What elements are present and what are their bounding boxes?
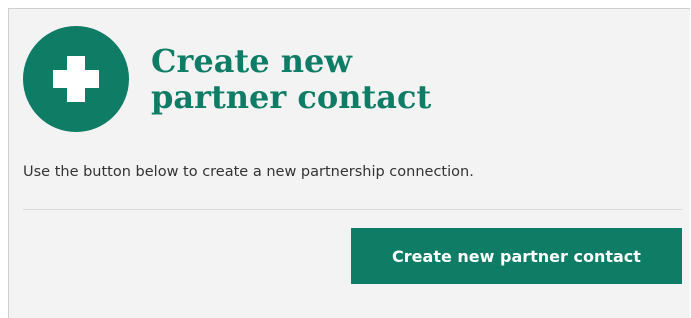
card-description: Use the button below to create a new par… [23, 164, 474, 180]
plus-circle-icon [23, 26, 129, 132]
divider [23, 209, 682, 210]
card-title: Create new partner contact [151, 42, 432, 116]
create-partner-contact-button[interactable]: Create new partner contact [351, 228, 682, 284]
create-partner-contact-card: Create new partner contact Use the butto… [8, 8, 690, 318]
card-header: Create new partner contact [23, 25, 481, 133]
